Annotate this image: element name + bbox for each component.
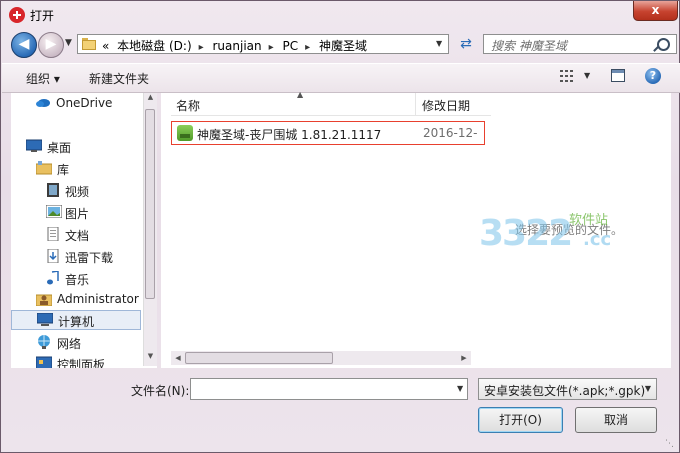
document-icon xyxy=(46,226,62,242)
sidebar-item-label: 网络 xyxy=(57,337,82,351)
navigation-pane: OneDrive 桌面 库 视频 图片 文档 迅雷下载 音乐 Administr… xyxy=(11,93,157,368)
new-folder-button[interactable]: 新建文件夹 xyxy=(89,70,149,87)
sidebar-item-label: 视频 xyxy=(65,185,90,199)
help-icon[interactable]: ? xyxy=(645,68,661,84)
column-header-modified[interactable]: 修改日期 xyxy=(422,97,470,114)
watermark-logo: 3322 软件站 .cc xyxy=(479,209,619,259)
scroll-left-icon[interactable]: ◀ xyxy=(171,351,185,365)
view-dropdown-icon[interactable]: ▼ xyxy=(584,71,590,80)
control-panel-icon xyxy=(36,356,53,368)
watermark-number: 3322 xyxy=(479,213,573,254)
navigation-scrollbar[interactable]: ▲ ▼ xyxy=(143,93,157,366)
view-options-icon[interactable] xyxy=(560,70,574,82)
file-list-horizontal-scrollbar[interactable]: ◀ ▶ xyxy=(171,351,471,365)
file-row[interactable]: 神魔圣域-丧尸围城 1.81.21.1117 2016-12- xyxy=(171,121,485,145)
library-icon xyxy=(35,161,53,175)
scrollbar-thumb[interactable] xyxy=(185,352,333,364)
cancel-button[interactable]: 取消 xyxy=(575,407,657,433)
breadcrumb-ruanjian[interactable]: ruanjian xyxy=(213,39,262,53)
address-dropdown-icon[interactable]: ▼ xyxy=(436,39,442,48)
picture-icon xyxy=(45,204,63,219)
breadcrumb-drive[interactable]: 本地磁盘 (D:) xyxy=(117,39,191,53)
forward-button[interactable]: ▶ xyxy=(38,32,64,58)
sidebar-item-label: 计算机 xyxy=(58,315,95,329)
refresh-button[interactable]: ⇄ xyxy=(455,34,477,54)
breadcrumb-current[interactable]: 神魔圣域 xyxy=(319,39,367,53)
breadcrumb-separator-icon[interactable]: ▸ xyxy=(269,42,274,53)
sidebar-item-label: 桌面 xyxy=(47,141,72,155)
scrollbar-thumb[interactable] xyxy=(145,109,155,299)
sidebar-item-label: 控制面板 xyxy=(57,358,106,368)
watermark-text: 软件站 xyxy=(569,213,609,228)
organize-button[interactable]: 组织 ▾ xyxy=(26,70,60,87)
scroll-up-icon[interactable]: ▲ xyxy=(144,93,157,107)
scroll-right-icon[interactable]: ▶ xyxy=(457,351,471,365)
sort-ascending-icon: ▲ xyxy=(297,90,304,99)
open-file-dialog: 打开 x ◀ ▶ ▼ « 本地磁盘 (D:) ▸ ruanjian ▸ PC ▸ 神魔… xyxy=(0,0,680,453)
file-modified-date: 2016-12- xyxy=(423,126,478,140)
filename-dropdown-icon[interactable]: ▼ xyxy=(457,384,463,393)
navigation-bar: ◀ ▶ ▼ « 本地磁盘 (D:) ▸ ruanjian ▸ PC ▸ 神魔圣域 ▼ … xyxy=(7,32,677,58)
apk-file-icon xyxy=(177,125,193,141)
search-placeholder: 搜索 神魔圣域 xyxy=(491,39,567,53)
sidebar-item-label: Administrator xyxy=(57,292,139,306)
sidebar-item-computer[interactable]: 计算机 xyxy=(11,310,141,330)
sidebar-item-label: OneDrive xyxy=(56,96,113,110)
user-folder-icon xyxy=(35,292,53,307)
sidebar-item-label: 文档 xyxy=(65,229,90,243)
scroll-down-icon[interactable]: ▼ xyxy=(144,352,157,366)
filename-input[interactable] xyxy=(190,378,468,400)
file-type-select[interactable]: 安卓安装包文件(*.apk;*.gpk) ▼ xyxy=(478,378,657,400)
breadcrumb-separator-icon[interactable]: ▸ xyxy=(305,42,310,53)
title-bar: 打开 x xyxy=(1,1,679,29)
resize-grip-icon[interactable]: ⋱ xyxy=(665,439,674,449)
download-icon xyxy=(46,248,62,264)
breadcrumb-pc[interactable]: PC xyxy=(282,39,298,53)
recent-locations-dropdown-icon[interactable]: ▼ xyxy=(65,38,72,48)
column-header: 名称 ▲ 修改日期 xyxy=(171,90,491,116)
search-icon[interactable] xyxy=(657,38,670,51)
breadcrumb-overflow[interactable]: « xyxy=(102,39,109,53)
filename-label: 文件名(N): xyxy=(131,384,190,398)
folder-icon xyxy=(82,38,96,50)
file-type-value: 安卓安装包文件(*.apk;*.gpk) xyxy=(484,384,646,398)
video-icon xyxy=(46,183,62,197)
sidebar-item-desktop[interactable]: 桌面 xyxy=(25,137,156,157)
sidebar-item-label: 库 xyxy=(57,163,70,177)
network-icon xyxy=(36,335,52,349)
breadcrumb: « 本地磁盘 (D:) ▸ ruanjian ▸ PC ▸ 神魔圣域 xyxy=(102,37,371,54)
sidebar-item-label: 迅雷下载 xyxy=(65,251,114,265)
preview-pane-icon[interactable] xyxy=(611,69,625,82)
sidebar-item-label: 音乐 xyxy=(65,273,90,287)
window-title: 打开 xyxy=(30,9,55,23)
column-divider[interactable] xyxy=(415,93,416,115)
app-logo-icon xyxy=(9,7,25,23)
command-toolbar: 组织 ▾ 新建文件夹 ▼ ? xyxy=(2,63,680,93)
column-header-name[interactable]: 名称 xyxy=(176,97,200,114)
close-button[interactable]: x xyxy=(633,1,678,21)
computer-icon xyxy=(36,312,54,327)
sidebar-item-label: 图片 xyxy=(65,207,90,221)
watermark-domain: .cc xyxy=(583,229,612,250)
search-input[interactable]: 搜索 神魔圣域 xyxy=(483,34,677,54)
file-name: 神魔圣域-丧尸围城 1.81.21.1117 xyxy=(197,128,382,142)
desktop-icon xyxy=(25,139,43,153)
breadcrumb-separator-icon[interactable]: ▸ xyxy=(199,42,204,53)
music-icon xyxy=(46,270,62,285)
cloud-icon xyxy=(35,96,51,110)
back-button[interactable]: ◀ xyxy=(11,32,37,58)
chevron-down-icon: ▼ xyxy=(644,384,651,393)
open-button[interactable]: 打开(O) xyxy=(478,407,563,433)
address-bar[interactable]: « 本地磁盘 (D:) ▸ ruanjian ▸ PC ▸ 神魔圣域 ▼ xyxy=(77,34,449,54)
